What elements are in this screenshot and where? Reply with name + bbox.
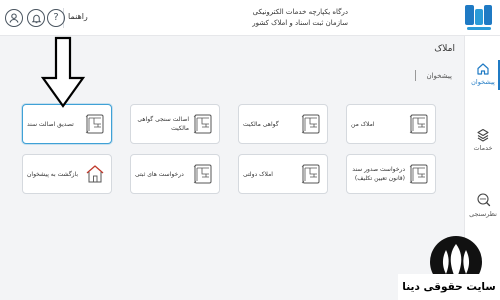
blueprint-icon bbox=[301, 114, 320, 134]
card-deed-issuance-request[interactable]: درخواست صدور سند (قانون تعیین تکلیف) bbox=[346, 154, 436, 194]
sidebar-item-label: نظرسنجی bbox=[469, 210, 497, 218]
card-label: بازگشت به پیشخوان bbox=[27, 170, 79, 178]
blueprint-icon bbox=[409, 164, 428, 184]
sidebar-item-dashboard[interactable]: پیشخوان bbox=[465, 62, 500, 86]
card-label: املاک دولتی bbox=[243, 170, 273, 178]
sidebar-item-survey[interactable]: نظرسنجی bbox=[465, 192, 500, 218]
user-icon[interactable] bbox=[5, 9, 23, 27]
section-divider bbox=[415, 70, 416, 81]
blueprint-icon bbox=[85, 114, 104, 134]
help-glyph: ? bbox=[53, 12, 59, 23]
card-label: گواهی مالکیت bbox=[243, 120, 279, 128]
chat-search-icon bbox=[477, 193, 491, 207]
portal-title-line1: درگاه یکپارچه خدمات الکترونیکی bbox=[252, 8, 348, 16]
card-label: درخواست صدور سند (قانون تعیین تکلیف) bbox=[352, 166, 405, 182]
breadcrumb[interactable]: پیشخوان bbox=[426, 72, 452, 80]
card-certificate-verification[interactable]: اصالت سنجی گواهی مالکیت bbox=[130, 104, 220, 144]
card-ownership-certificate[interactable]: گواهی مالکیت bbox=[238, 104, 328, 144]
blueprint-icon bbox=[193, 114, 212, 134]
sidebar-item-services[interactable]: خدمات bbox=[465, 128, 500, 152]
bell-icon[interactable] bbox=[27, 9, 45, 27]
blueprint-icon bbox=[409, 114, 428, 134]
card-label: املاک من bbox=[351, 120, 375, 128]
portal-title: درگاه یکپارچه خدمات الکترونیکی سازمان ثب… bbox=[252, 7, 348, 29]
sidebar-item-label: خدمات bbox=[473, 144, 493, 152]
header: ? راهنما درگاه یکپارچه خدمات الکترونیکی … bbox=[0, 0, 500, 36]
card-back-to-dashboard[interactable]: بازگشت به پیشخوان bbox=[22, 154, 112, 194]
card-label: تصدیق اصالت سند bbox=[27, 120, 74, 128]
card-label: اصالت سنجی گواهی مالکیت bbox=[137, 116, 189, 132]
portal-title-line2: سازمان ثبت اسناد و املاک کشور bbox=[252, 19, 348, 27]
pointer-arrow-icon bbox=[40, 36, 86, 108]
card-my-properties[interactable]: املاک من bbox=[346, 104, 436, 144]
card-registration-requests[interactable]: درخواست های ثبتی bbox=[130, 154, 220, 194]
home-icon bbox=[477, 63, 489, 75]
card-document-verification[interactable]: تصدیق اصالت سند bbox=[22, 104, 112, 144]
blueprint-icon bbox=[193, 164, 212, 184]
layers-icon bbox=[477, 128, 489, 142]
help-label[interactable]: راهنما bbox=[68, 12, 88, 21]
card-government-properties[interactable]: املاک دولتی bbox=[238, 154, 328, 194]
blueprint-icon bbox=[301, 164, 320, 184]
sidebar-item-label: پیشخوان bbox=[471, 78, 495, 86]
watermark-text: سایت حقوقی دینا bbox=[398, 274, 500, 300]
house-icon bbox=[86, 165, 104, 183]
brand-logo-icon[interactable] bbox=[464, 3, 494, 33]
page-title: املاک bbox=[434, 44, 455, 54]
help-icon[interactable]: ? bbox=[47, 9, 65, 27]
card-label: درخواست های ثبتی bbox=[135, 170, 184, 178]
